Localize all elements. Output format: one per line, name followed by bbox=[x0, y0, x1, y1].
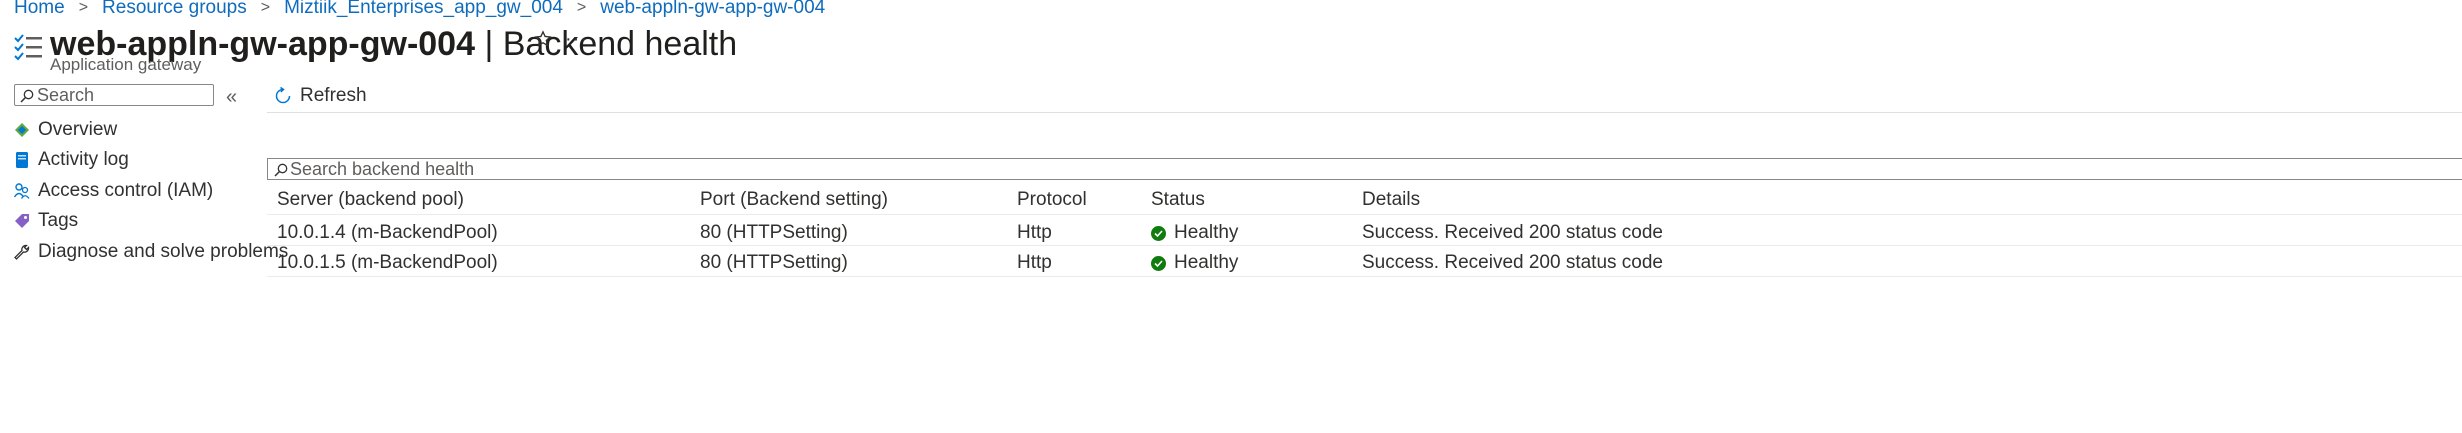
sidebar-item-label: Overview bbox=[38, 119, 118, 140]
iam-icon bbox=[14, 183, 30, 199]
column-header-details[interactable]: Details bbox=[1362, 189, 1420, 211]
sidebar-item-label: Activity log bbox=[38, 149, 129, 170]
more-options-button[interactable]: ··· bbox=[565, 28, 588, 51]
cell-protocol: Http bbox=[1017, 252, 1052, 273]
tag-icon bbox=[14, 213, 30, 229]
cell-status: Healthy bbox=[1151, 252, 1238, 274]
column-header-port[interactable]: Port (Backend setting) bbox=[700, 189, 888, 211]
sidebar-item-activity-log[interactable]: Activity log bbox=[14, 148, 129, 172]
wrench-icon bbox=[14, 244, 30, 260]
backend-search-input[interactable]: Search backend health bbox=[267, 158, 2462, 180]
collapse-sidebar-icon[interactable]: « bbox=[226, 86, 237, 109]
cell-details: Success. Received 200 status code bbox=[1362, 252, 1664, 273]
healthy-check-icon bbox=[1151, 225, 1166, 241]
cell-protocol: Http bbox=[1017, 222, 1052, 243]
toolbar-divider bbox=[267, 112, 2462, 113]
application-gateway-icon bbox=[14, 34, 42, 61]
table-row: 10.0.1.5 (m-BackendPool) 80 (HTTPSetting… bbox=[267, 246, 2462, 276]
healthy-check-icon bbox=[1151, 255, 1166, 271]
cell-server: 10.0.1.5 (m-BackendPool) bbox=[277, 252, 498, 273]
table-row: 10.0.1.4 (m-BackendPool) 80 (HTTPSetting… bbox=[267, 215, 2462, 245]
row-divider bbox=[267, 276, 2462, 277]
sidebar-item-iam[interactable]: Access control (IAM) bbox=[14, 179, 213, 203]
sidebar-search-input[interactable]: Search bbox=[14, 84, 214, 106]
refresh-label: Refresh bbox=[300, 85, 367, 106]
sidebar-search-placeholder: Search bbox=[37, 84, 95, 105]
column-header-status[interactable]: Status bbox=[1151, 189, 1205, 211]
status-text: Healthy bbox=[1174, 222, 1239, 243]
backend-search-placeholder: Search backend health bbox=[290, 158, 475, 179]
column-header-server[interactable]: Server (backend pool) bbox=[277, 189, 464, 211]
page-subtitle: Application gateway bbox=[50, 55, 202, 74]
chevron-right-icon: > bbox=[576, 0, 587, 16]
activity-log-icon bbox=[14, 152, 30, 168]
search-icon bbox=[274, 163, 288, 177]
chevron-right-icon: > bbox=[78, 0, 89, 16]
cell-server: 10.0.1.4 (m-BackendPool) bbox=[277, 222, 498, 243]
chevron-right-icon: > bbox=[260, 0, 271, 16]
sidebar-item-diagnose[interactable]: Diagnose and solve problems bbox=[14, 240, 288, 264]
cell-details: Success. Received 200 status code bbox=[1362, 222, 1664, 243]
breadcrumb-home[interactable]: Home bbox=[14, 0, 65, 19]
sidebar-item-tags[interactable]: Tags bbox=[14, 209, 78, 233]
title-separator: | bbox=[475, 25, 503, 63]
breadcrumb-resource-group[interactable]: Miztiik_Enterprises_app_gw_004 bbox=[284, 0, 563, 19]
breadcrumb-resource-groups[interactable]: Resource groups bbox=[102, 0, 247, 19]
favorite-star-icon[interactable] bbox=[534, 30, 552, 48]
refresh-icon bbox=[275, 87, 291, 104]
status-text: Healthy bbox=[1174, 252, 1239, 273]
refresh-button[interactable]: Refresh bbox=[274, 85, 367, 106]
breadcrumb-resource[interactable]: web-appln-gw-app-gw-004 bbox=[600, 0, 825, 19]
sidebar-item-label: Tags bbox=[38, 210, 79, 231]
sidebar-item-overview[interactable]: Overview bbox=[14, 118, 117, 142]
cell-status: Healthy bbox=[1151, 222, 1238, 244]
cell-port: 80 (HTTPSetting) bbox=[700, 252, 848, 273]
sidebar-item-label: Access control (IAM) bbox=[38, 180, 214, 201]
sidebar-item-label: Diagnose and solve problems bbox=[38, 241, 289, 262]
cell-port: 80 (HTTPSetting) bbox=[700, 222, 848, 243]
overview-icon bbox=[14, 122, 30, 138]
search-icon bbox=[20, 89, 34, 103]
column-header-protocol[interactable]: Protocol bbox=[1017, 189, 1087, 211]
breadcrumb: Home > Resource groups > Miztiik_Enterpr… bbox=[14, 0, 825, 19]
